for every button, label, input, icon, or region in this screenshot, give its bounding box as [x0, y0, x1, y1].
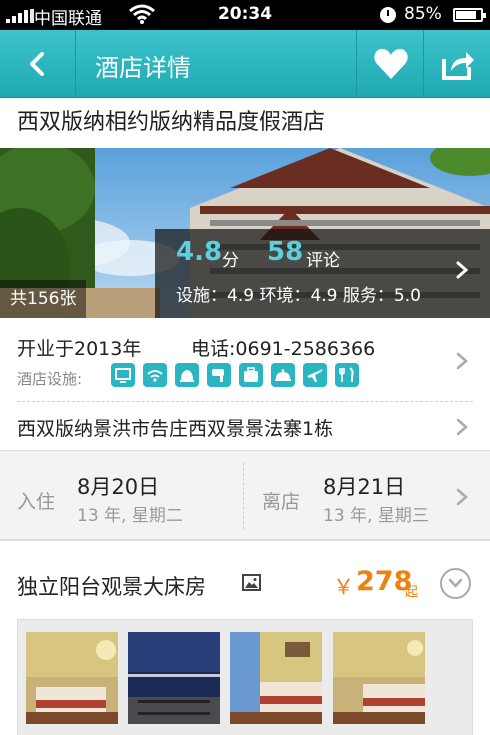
- nav-bar: 酒店详情: [0, 30, 490, 98]
- share-icon: [442, 52, 474, 80]
- phone-number[interactable]: 电话:0691-2586366: [191, 334, 375, 361]
- back-button[interactable]: [0, 30, 76, 98]
- favorite-button[interactable]: [356, 30, 423, 98]
- chevron-right-icon: [456, 261, 469, 279]
- chevron-right-icon[interactable]: [455, 488, 469, 506]
- battery-percent: 85%: [404, 4, 442, 24]
- review-count: 58: [267, 237, 304, 267]
- page-title: 酒店详情: [95, 54, 191, 82]
- share-button[interactable]: [423, 30, 490, 98]
- room-photo-strip[interactable]: [17, 619, 473, 735]
- price-currency: ￥: [333, 575, 354, 599]
- room-name: 独立阳台观景大床房: [17, 575, 206, 599]
- review-count-unit: 评论: [306, 251, 340, 271]
- rating-panel[interactable]: 4.8 分 58 评论 设施：4.9 环境：4.9 服务：5.0: [155, 229, 490, 318]
- bell-icon: [175, 363, 199, 387]
- rating-score: 4.8: [176, 237, 223, 267]
- checkout-weekday: 13 年, 星期三: [323, 506, 429, 526]
- battery-icon: [453, 8, 486, 22]
- hairdryer-icon: [207, 363, 231, 387]
- photo-icon[interactable]: [242, 574, 261, 591]
- room-card[interactable]: 独立阳台观景大床房 ￥ 278 起: [0, 540, 490, 735]
- hotel-name: 西双版纳相约版纳精品度假酒店: [17, 110, 326, 135]
- photo-count-badge[interactable]: 共156张: [0, 280, 87, 318]
- checkout-label: 离店: [262, 491, 301, 513]
- checkin-weekday: 13 年, 星期二: [77, 506, 183, 526]
- chevron-left-icon: [30, 52, 44, 76]
- facilities-icons[interactable]: [111, 363, 359, 387]
- heart-icon: [374, 48, 408, 79]
- room-service-icon: [271, 363, 295, 387]
- divider: [17, 401, 473, 402]
- checkin-label: 入住: [17, 491, 56, 513]
- room-photo[interactable]: [333, 632, 425, 724]
- expand-button[interactable]: [440, 568, 471, 599]
- tv-icon: [111, 363, 135, 387]
- divider: [243, 463, 244, 529]
- room-photo[interactable]: [230, 632, 322, 724]
- room-photo[interactable]: [128, 632, 220, 724]
- restaurant-icon: [335, 363, 359, 387]
- room-photo[interactable]: [26, 632, 118, 724]
- hotel-info: 开业于2013年 电话:0691-2586366 酒店设施: 西双版纳景洪市告庄…: [0, 318, 490, 450]
- rating-score-unit: 分: [222, 251, 239, 271]
- airplane-icon: [303, 363, 327, 387]
- rating-subscores: 设施：4.9 环境：4.9 服务：5.0: [176, 286, 421, 306]
- facilities-label: 酒店设施:: [17, 370, 83, 388]
- chevron-right-icon[interactable]: [455, 418, 469, 436]
- room-price: 278: [356, 566, 413, 597]
- opened-year: 开业于2013年: [17, 338, 142, 360]
- price-unit: 起: [405, 585, 419, 600]
- luggage-icon: [239, 363, 263, 387]
- checkout-date[interactable]: 8月21日: [323, 471, 405, 501]
- checkin-date[interactable]: 8月20日: [77, 471, 159, 501]
- chevron-right-icon[interactable]: [455, 352, 469, 370]
- date-selector[interactable]: 入住 8月20日 13 年, 星期二 离店 8月21日 13 年, 星期三: [0, 450, 490, 540]
- chevron-down-icon: [448, 578, 463, 588]
- orientation-lock-icon: [380, 7, 396, 23]
- status-bar: 中国联通 20:34 85%: [0, 0, 490, 30]
- wifi-icon: [143, 363, 167, 387]
- hotel-address[interactable]: 西双版纳景洪市告庄西双景景法寨1栋: [17, 414, 333, 441]
